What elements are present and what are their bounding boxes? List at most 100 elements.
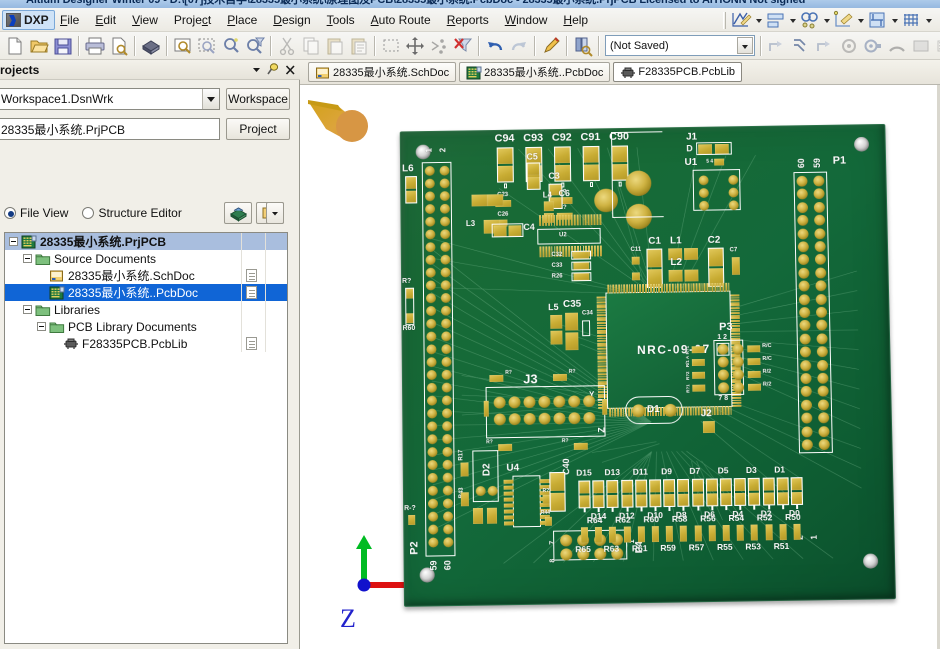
new-document-icon[interactable]: [3, 34, 27, 58]
measure-dropdown-arrow[interactable]: [753, 10, 764, 30]
pcb-board[interactable]: 1 2 P2 59 60 L6 R? R60 R-? C94 C93 C92 C…: [399, 123, 896, 607]
clear-filter-icon[interactable]: [451, 34, 475, 58]
move-selection-icon[interactable]: [403, 34, 427, 58]
menu-item-edit[interactable]: Edit: [87, 11, 124, 29]
align-icon[interactable]: [765, 10, 786, 30]
zoom-selected-icon[interactable]: [219, 34, 243, 58]
print-icon[interactable]: [83, 34, 107, 58]
paste-special-icon[interactable]: [347, 34, 371, 58]
find-similar-dropdown-arrow[interactable]: [821, 10, 832, 30]
workspace-combo[interactable]: Workspace1.DsnWrk: [0, 88, 220, 110]
close-icon[interactable]: [284, 62, 297, 77]
pad: [650, 494, 661, 507]
highlight-pen-icon[interactable]: [539, 34, 563, 58]
select-area-icon[interactable]: [379, 34, 403, 58]
silk-p3-pins-bottom: 7 8: [718, 395, 729, 403]
workspace-dropdown-arrow[interactable]: [202, 89, 219, 109]
open-document-icon[interactable]: [27, 34, 51, 58]
pad: [582, 214, 585, 226]
pad: [721, 493, 732, 506]
align-dropdown-arrow[interactable]: [787, 10, 798, 30]
project-button[interactable]: Project: [226, 118, 290, 140]
menu-item-auto-route[interactable]: Auto Route: [363, 11, 439, 29]
tree-expander-icon[interactable]: [9, 237, 18, 246]
dxp-menu-button[interactable]: DXP: [2, 10, 55, 30]
undo-icon[interactable]: [483, 34, 507, 58]
open-folder-dropdown-arrow[interactable]: [266, 202, 284, 224]
structure-editor-radio[interactable]: [82, 207, 95, 219]
paste-icon[interactable]: [323, 34, 347, 58]
tree-item[interactable]: PCB Library Documents: [5, 318, 287, 335]
mask-level-dropdown-arrow[interactable]: [737, 37, 753, 54]
tree-item[interactable]: Source Documents: [5, 250, 287, 267]
route-multiple-icon[interactable]: [813, 34, 837, 58]
place-pad-icon[interactable]: [861, 34, 885, 58]
tree-item[interactable]: F28335PCB.PcbLib: [5, 335, 287, 352]
route-differential-icon[interactable]: [789, 34, 813, 58]
file-view-radio[interactable]: [4, 207, 16, 219]
tree-item[interactable]: 28335最小系统.SchDoc: [5, 267, 287, 284]
tree-expander-icon[interactable]: [23, 254, 32, 263]
print-preview-icon[interactable]: [107, 34, 131, 58]
3d-view-icon[interactable]: [224, 202, 252, 224]
project-tree[interactable]: 28335最小系统.PrjPCB Source Documents 28335最小系…: [4, 232, 288, 644]
deselect-icon[interactable]: [427, 34, 451, 58]
tree-item[interactable]: Libraries: [5, 301, 287, 318]
grid-dropdown-arrow[interactable]: [923, 10, 934, 30]
menu-item-view[interactable]: View: [124, 11, 166, 29]
measure-icon[interactable]: [731, 10, 752, 30]
pad: [779, 524, 787, 541]
svg-text:Z: Z: [340, 604, 356, 633]
place-via-icon[interactable]: [837, 34, 861, 58]
silk-small: R/2: [762, 381, 772, 388]
place-polygon-icon[interactable]: [933, 34, 940, 58]
browse-components-icon[interactable]: [571, 34, 595, 58]
pad: [709, 283, 711, 292]
save-icon[interactable]: [51, 34, 75, 58]
dimension-dropdown-arrow[interactable]: [855, 10, 866, 30]
menu-item-help[interactable]: Help: [555, 11, 596, 29]
layer-stack-dropdown-arrow[interactable]: [889, 10, 900, 30]
tree-expander-icon[interactable]: [37, 322, 46, 331]
pad: [691, 358, 705, 367]
place-arc-icon[interactable]: [885, 34, 909, 58]
pad: [694, 525, 702, 542]
grid-icon[interactable]: [901, 10, 922, 30]
menu-item-window[interactable]: Window: [497, 11, 556, 29]
menu-item-design[interactable]: Design: [265, 11, 318, 29]
workspace-button[interactable]: Workspace: [226, 88, 290, 110]
tree-item[interactable]: 28335最小系统.PrjPCB: [5, 233, 287, 250]
interactive-route-icon[interactable]: [765, 34, 789, 58]
menu-item-reports[interactable]: Reports: [439, 11, 497, 29]
document-tab[interactable]: 28335最小系统.SchDoc: [308, 62, 457, 82]
zoom-filtered-icon[interactable]: [243, 34, 267, 58]
pad: [750, 524, 759, 541]
menu-item-place[interactable]: Place: [219, 11, 265, 29]
project-combo[interactable]: 28335最小系统.PrjPCB: [0, 118, 220, 140]
cut-icon[interactable]: [275, 34, 299, 58]
dimension-icon[interactable]: [833, 10, 854, 30]
menu-item-tools[interactable]: Tools: [319, 11, 363, 29]
pad: [427, 421, 438, 432]
menu-item-file[interactable]: File: [52, 11, 87, 29]
tree-expander-icon[interactable]: [23, 305, 32, 314]
pin-icon[interactable]: [267, 62, 280, 77]
toolbar-grip[interactable]: [723, 11, 726, 29]
pad: [728, 174, 739, 185]
chevron-down-icon[interactable]: [250, 62, 263, 77]
copy-icon[interactable]: [299, 34, 323, 58]
mask-level-combo[interactable]: (Not Saved): [605, 35, 755, 56]
menu-item-project[interactable]: Project: [166, 11, 219, 29]
document-tab[interactable]: 28335最小系统..PcbDoc: [459, 62, 611, 82]
board-in-3d-icon[interactable]: [139, 34, 163, 58]
zoom-window-icon[interactable]: [195, 34, 219, 58]
place-fill-icon[interactable]: [909, 34, 933, 58]
find-similar-icon[interactable]: [799, 10, 820, 30]
document-tab[interactable]: F28335PCB.PcbLib: [613, 62, 743, 82]
tree-item[interactable]: 28335最小系统..PcbDoc: [5, 284, 287, 301]
zoom-area-icon[interactable]: [171, 34, 195, 58]
pcb-3d-canvas[interactable]: Z 1 2 P2 59 60 L6 R? R60 R-? C94 C93 C92…: [300, 85, 940, 649]
layer-stack-icon[interactable]: [867, 10, 888, 30]
redo-icon[interactable]: [507, 34, 531, 58]
pad: [562, 246, 565, 257]
